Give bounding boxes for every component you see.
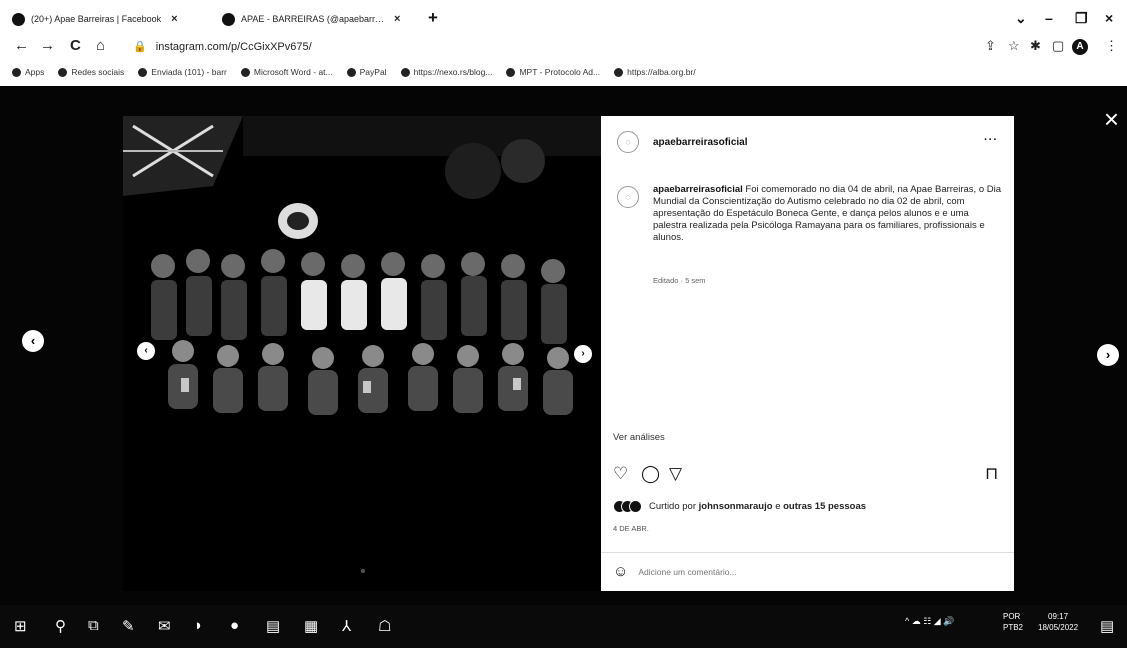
share-icon[interactable]: ▽	[669, 464, 682, 484]
post-photo[interactable]: ‹ ›	[123, 116, 601, 591]
app-icon[interactable]: ☖	[378, 617, 391, 635]
comment-icon[interactable]: ◯	[641, 464, 660, 484]
post-date: 4 DE ABR.	[613, 524, 649, 533]
pen-app-icon[interactable]: ✎	[122, 617, 135, 635]
clock-time: 09:17	[1048, 612, 1069, 621]
edge-icon[interactable]: ◗	[194, 617, 203, 634]
bookmark-redes-sociais[interactable]: Redes sociais	[58, 67, 124, 77]
post-details-panel: ◌ apaebarreirasoficial ··· ◌ apaebarreir…	[601, 116, 1014, 591]
home-button[interactable]: ⌂	[96, 37, 105, 54]
tab-facebook[interactable]: (20+) Apae Barreiras | Facebook ×	[12, 6, 178, 32]
next-post-button[interactable]: ›	[1097, 344, 1119, 366]
pdf-reader-icon[interactable]: ⅄	[342, 617, 351, 635]
extensions-icon[interactable]: ✱	[1030, 38, 1041, 54]
apps-grid-icon	[12, 67, 21, 77]
caption-username[interactable]: apaebarreirasoficial	[653, 184, 743, 195]
bookmark-apps[interactable]: Apps	[12, 67, 44, 77]
site-icon	[614, 67, 624, 77]
liker-avatars	[613, 500, 642, 513]
edited-timestamp: Editado · 5 sem	[653, 276, 706, 285]
start-icon[interactable]: ⊞	[14, 617, 27, 635]
new-tab-button[interactable]: +	[428, 8, 438, 28]
bookmarks-bar: Apps Redes sociais Enviada (101) - barr …	[0, 60, 1127, 84]
language-indicator[interactable]: POR PTB2	[1003, 611, 1023, 633]
window-close-button[interactable]: ×	[1105, 10, 1113, 26]
minimize-button[interactable]: –	[1045, 10, 1053, 26]
bookmark-icon[interactable]: ⊓	[985, 464, 998, 484]
tab-title: (20+) Apae Barreiras | Facebook	[31, 14, 162, 24]
bookmark-nexo[interactable]: https://nexo.rs/blog...	[400, 67, 492, 77]
liker-username[interactable]: johnsonmaraujo	[699, 501, 773, 512]
more-options-icon[interactable]: ···	[984, 134, 998, 146]
likes-summary[interactable]: Curtido por johnsonmaraujo e outras 15 p…	[613, 500, 866, 513]
view-insights-link[interactable]: Ver análises	[613, 432, 665, 443]
other-likers-link[interactable]: outras 15 pessoas	[783, 501, 866, 512]
menu-icon[interactable]: ⋮	[1105, 38, 1118, 54]
photo-next-button[interactable]: ›	[574, 345, 592, 363]
gmail-icon	[138, 67, 148, 77]
bookmark-alba[interactable]: https://alba.org.br/	[614, 67, 696, 77]
chrome-icon[interactable]: ●	[230, 617, 239, 634]
search-icon[interactable]: ⚲	[55, 617, 66, 635]
folder-icon	[58, 67, 68, 77]
bookmark-word[interactable]: Microsoft Word - at...	[240, 67, 333, 77]
clock-date: 18/05/2022	[1038, 623, 1079, 632]
avatar[interactable]: ◌	[617, 186, 639, 208]
post-caption: ◌ apaebarreirasoficial Foi comemorado no…	[617, 184, 1002, 244]
post-header: ◌ apaebarreirasoficial ···	[601, 116, 1014, 168]
bookmark-gmail[interactable]: Enviada (101) - barr	[138, 67, 227, 77]
globe-icon	[240, 67, 250, 77]
mail-icon[interactable]: ✉	[158, 617, 171, 635]
bookmark-mpt[interactable]: MPT - Protocolo Ad...	[506, 67, 600, 77]
tab-title: APAE - BARREIRAS (@apaebarr…	[241, 14, 385, 24]
group-photo-image	[123, 116, 601, 591]
navigation-bar: ← → C ⌂ 🔒 instagram.com/p/CcGixXPv675/ ⇪…	[0, 34, 1127, 60]
heart-icon[interactable]: ♡	[613, 464, 628, 484]
globe-icon	[506, 67, 516, 77]
post-username[interactable]: apaebarreirasoficial	[653, 137, 748, 148]
calculator-icon[interactable]: ▦	[304, 617, 318, 635]
maximize-button[interactable]: ❐	[1075, 10, 1088, 27]
tab-search-icon[interactable]: ⌄	[1015, 10, 1027, 27]
tab-close-icon[interactable]: ×	[171, 13, 177, 25]
reload-button[interactable]: C	[70, 37, 81, 54]
system-tray-icons[interactable]: ^ ☁ ☷ ◢ 🔊	[905, 616, 954, 627]
tab-instagram[interactable]: APAE - BARREIRAS (@apaebarr… ×	[222, 6, 400, 32]
clock[interactable]: 09:17 18/05/2022	[1038, 611, 1078, 633]
file-explorer-icon[interactable]: ▤	[266, 617, 280, 635]
previous-post-button[interactable]: ‹	[22, 330, 44, 352]
notifications-icon[interactable]: ▤	[1100, 617, 1114, 635]
url-text: instagram.com/p/CcGixXPv675/	[155, 41, 312, 53]
sidebar-icon[interactable]: ▢	[1052, 38, 1064, 54]
comment-input[interactable]	[638, 566, 959, 577]
back-button[interactable]: ←	[14, 37, 29, 54]
bookmark-paypal[interactable]: PayPal	[346, 67, 387, 77]
tab-close-icon[interactable]: ×	[394, 13, 400, 25]
comment-bar: ☺	[601, 552, 1014, 590]
facebook-icon	[12, 12, 25, 26]
emoji-icon[interactable]: ☺	[613, 563, 628, 580]
forward-button[interactable]: →	[40, 37, 55, 54]
lock-icon: 🔒	[133, 41, 147, 53]
paypal-icon	[346, 67, 356, 77]
address-bar[interactable]: 🔒 instagram.com/p/CcGixXPv675/	[133, 40, 312, 53]
instagram-icon	[222, 12, 235, 26]
avatar[interactable]: ◌	[617, 131, 639, 153]
photo-prev-button[interactable]: ‹	[137, 342, 155, 360]
tab-strip: (20+) Apae Barreiras | Facebook × APAE -…	[0, 0, 1127, 34]
close-icon[interactable]: ×	[1104, 106, 1119, 132]
bookmark-star-icon[interactable]: ☆	[1008, 38, 1020, 54]
task-view-icon[interactable]: ⧉	[88, 617, 99, 634]
profile-avatar[interactable]: A	[1072, 39, 1088, 55]
nexo-icon	[400, 67, 410, 77]
caption-text: apaebarreirasoficial Foi comemorado no d…	[653, 184, 1002, 244]
windows-taskbar: ⊞ ⚲ ⧉ ✎ ✉ ◗ ● ▤ ▦ ⅄ ☖ ^ ☁ ☷ ◢ 🔊 POR PTB2…	[0, 605, 1127, 648]
action-bar: ♡ ◯ ▽ ⊓	[613, 464, 1002, 486]
share-icon[interactable]: ⇪	[985, 38, 996, 54]
